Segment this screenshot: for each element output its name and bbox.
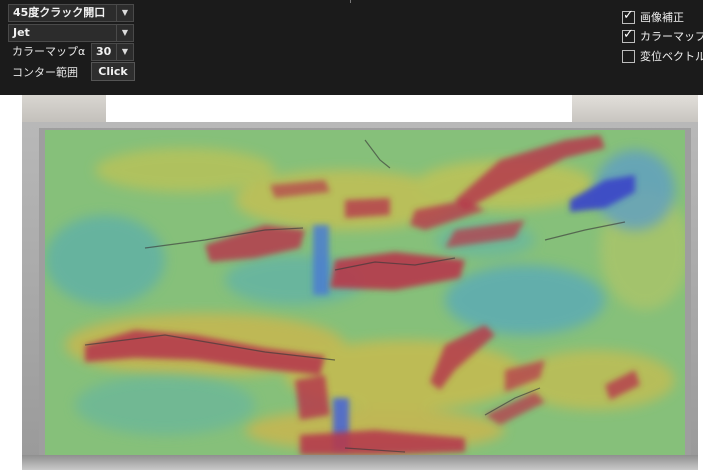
colormap-select-value: Jet [13,26,30,39]
option-label: 画像補正 [640,11,684,24]
contour-click-button[interactable]: Click [91,62,135,81]
colormap-select[interactable]: Jet ▼ [8,24,134,42]
option-label: カラーマップ表示 [640,30,703,43]
option-displacement-vector[interactable]: 変位ベクトル表示 [622,48,703,64]
alpha-label: カラーマップα [12,45,86,58]
visible-cracks [84,139,626,453]
mode-select[interactable]: 45度クラック開口 ▼ [8,4,134,22]
crack-line [484,387,541,416]
checkmark-icon: ✓ [623,7,634,23]
crack-line [144,227,304,249]
option-image-correction[interactable]: ✓ 画像補正 [622,7,684,25]
checkbox-colormap-display[interactable]: ✓ [622,26,635,43]
mode-select-value: 45度クラック開口 [13,6,106,19]
alpha-select[interactable]: 30 ▼ [91,43,134,61]
chevron-down-icon[interactable]: ▼ [116,5,133,21]
crack-line [344,447,406,453]
checkbox-displacement-vector[interactable] [622,49,635,63]
checkbox-image-correction[interactable]: ✓ [622,7,635,24]
checkmark-icon: ✓ [623,26,634,42]
contour-label: コンター範囲 [12,66,78,79]
crack-line [84,334,336,361]
option-colormap-display[interactable]: ✓ カラーマップ表示 [622,26,703,44]
chevron-down-icon[interactable]: ▼ [116,25,133,41]
toolbar: 45度クラック開口 ▼ Jet ▼ カラーマップα 30 ▼ コンター範囲 Cl… [0,0,703,95]
crack-line [334,257,456,271]
chevron-down-icon[interactable]: ▼ [116,44,133,60]
loading-fixture-bottom [22,455,698,470]
crack-line [364,139,391,169]
alpha-select-value: 30 [96,45,112,58]
option-label: 変位ベクトル表示 [640,50,703,63]
divider [350,0,351,3]
crack-line [544,221,626,241]
